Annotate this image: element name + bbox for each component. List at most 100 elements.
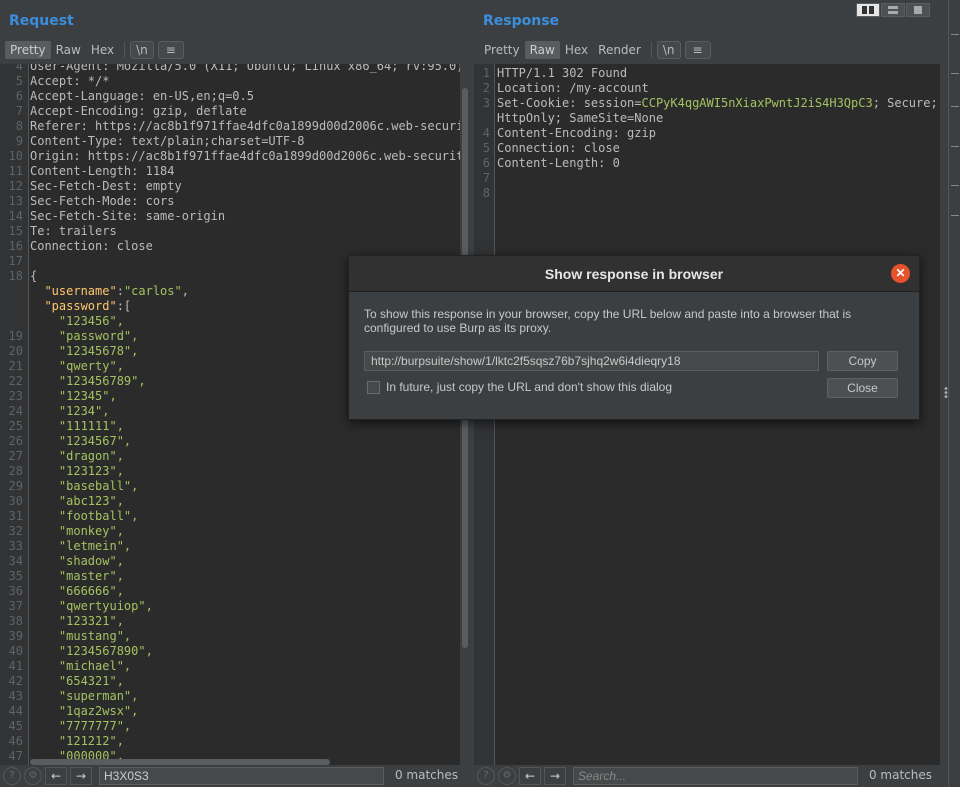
settings-icon[interactable]: ⚙ <box>498 767 516 785</box>
line-number: 5 <box>15 74 23 88</box>
line-text: "1234567890", <box>30 644 153 659</box>
line-number: 30 <box>8 494 23 508</box>
line-text: "dragon", <box>30 449 124 464</box>
resize-handle-icon[interactable]: • • • <box>943 385 949 403</box>
tab-raw[interactable]: Raw <box>524 41 560 59</box>
json-string: "superman", <box>58 689 139 703</box>
line-number: 29 <box>8 479 23 493</box>
dont-show-checkbox[interactable] <box>367 381 380 394</box>
line-number: 23 <box>8 389 23 403</box>
edge-divider <box>951 146 959 147</box>
line-text: "password":[ <box>30 299 131 314</box>
line-text: Connection: close <box>497 141 620 155</box>
line-text: "121212", <box>30 734 124 749</box>
url-field[interactable]: http://burpsuite/show/1/lktc2f5sqsz76b7s… <box>364 351 819 371</box>
tab-render[interactable]: Render <box>593 41 646 59</box>
line-text: Accept: */* <box>30 74 110 88</box>
line-text: "654321", <box>30 674 124 689</box>
newline-toggle-button[interactable]: \n <box>656 41 681 59</box>
request-search-bar: ? ⚙ ← → H3X0S3 0 matches <box>0 765 470 787</box>
line-number: 44 <box>8 704 23 718</box>
copy-button[interactable]: Copy <box>827 351 898 371</box>
hamburger-menu-icon[interactable]: ≡ <box>157 41 184 59</box>
dialog-message: To show this response in your browser, c… <box>364 307 852 335</box>
newline-toggle-button[interactable]: \n <box>130 41 154 59</box>
json-string: "123456", <box>58 314 124 328</box>
json-string: "123321", <box>58 614 124 628</box>
line-number: 2 <box>482 81 490 95</box>
line-number: 8 <box>482 186 490 200</box>
request-search-input[interactable]: H3X0S3 <box>99 767 384 785</box>
json-string: "111111", <box>58 419 124 433</box>
response-search-input[interactable]: Search... <box>573 767 858 785</box>
line-number: 34 <box>8 554 23 568</box>
line-number: 14 <box>8 209 23 223</box>
tab-pretty[interactable]: Pretty <box>479 41 525 59</box>
json-string: "football", <box>58 509 139 523</box>
json-string: "baseball", <box>58 479 139 493</box>
line-text: "superman", <box>30 689 138 704</box>
next-match-arrow-icon[interactable]: → <box>70 767 92 785</box>
side-by-side-layout-icon[interactable] <box>856 3 880 17</box>
line-number: 42 <box>8 674 23 688</box>
prev-match-arrow-icon[interactable]: ← <box>519 767 541 785</box>
line-text: Content-Length: 1184 <box>30 164 175 178</box>
line-text: "123321", <box>30 614 124 629</box>
line-text: "1qaz2wsx", <box>30 704 138 719</box>
line-text: "letmein", <box>30 539 131 554</box>
next-match-arrow-icon[interactable]: → <box>544 767 566 785</box>
stacked-layout-icon[interactable] <box>881 3 905 17</box>
line-text: { <box>30 269 38 283</box>
tabbed-layout-icon[interactable] <box>906 3 930 17</box>
line-text: Set-Cookie: session=CCPyK4qgAWI5nXiaxPwn… <box>497 96 938 111</box>
line-number: 20 <box>8 344 23 358</box>
json-string: "123123", <box>58 464 124 478</box>
tab-hex[interactable]: Hex <box>86 41 119 59</box>
json-string: "1234", <box>58 404 110 418</box>
request-tabs: Pretty Raw Hex \n ≡ <box>5 41 184 59</box>
json-value: :"carlos", <box>116 284 189 298</box>
line-text: "qwerty", <box>30 359 124 374</box>
line-number: 36 <box>8 584 23 598</box>
json-string: "1qaz2wsx", <box>58 704 139 718</box>
line-number: 15 <box>8 224 23 238</box>
line-text: "123456", <box>30 314 124 329</box>
line-text: "monkey", <box>30 524 124 539</box>
json-string: "monkey", <box>58 524 124 538</box>
close-button[interactable]: Close <box>827 378 898 398</box>
line-text: "password", <box>30 329 138 344</box>
line-number: 45 <box>8 719 23 733</box>
line-text: "baseball", <box>30 479 138 494</box>
show-response-dialog: Show response in browser ✕ To show this … <box>348 255 920 420</box>
tab-hex[interactable]: Hex <box>560 41 593 59</box>
hamburger-menu-icon[interactable]: ≡ <box>684 41 711 59</box>
line-number: 17 <box>8 254 23 268</box>
dialog-title: Show response in browser <box>349 256 919 292</box>
close-icon[interactable]: ✕ <box>891 264 910 283</box>
json-string: "1234567890", <box>58 644 153 658</box>
help-icon[interactable]: ? <box>477 767 495 785</box>
line-text: User-Agent: Mozilla/5.0 (X11; Ubuntu; Li… <box>30 64 460 73</box>
json-string: "qwerty", <box>58 359 124 373</box>
json-string: "letmein", <box>58 539 132 553</box>
line-number: 27 <box>8 449 23 463</box>
line-text: Accept-Encoding: gzip, deflate <box>30 104 247 118</box>
line-text: HTTP/1.1 302 Found <box>497 66 628 80</box>
line-text: Connection: close <box>30 239 153 253</box>
json-string: "dragon", <box>58 449 124 463</box>
line-text: "12345", <box>30 389 117 404</box>
line-number: 5 <box>482 141 490 155</box>
checkbox-label: In future, just copy the URL and don't s… <box>386 380 673 394</box>
line-text: "123123", <box>30 464 124 479</box>
help-icon[interactable]: ? <box>3 767 21 785</box>
tab-raw[interactable]: Raw <box>51 41 86 59</box>
json-string: "666666", <box>58 584 124 598</box>
line-number: 1 <box>482 66 490 80</box>
line-text: "mustang", <box>30 629 131 644</box>
line-number: 25 <box>8 419 23 433</box>
line-text: "1234", <box>30 404 110 419</box>
tab-pretty[interactable]: Pretty <box>5 41 51 59</box>
settings-icon[interactable]: ⚙ <box>24 767 42 785</box>
line-text: "qwertyuiop", <box>30 599 153 614</box>
prev-match-arrow-icon[interactable]: ← <box>45 767 67 785</box>
